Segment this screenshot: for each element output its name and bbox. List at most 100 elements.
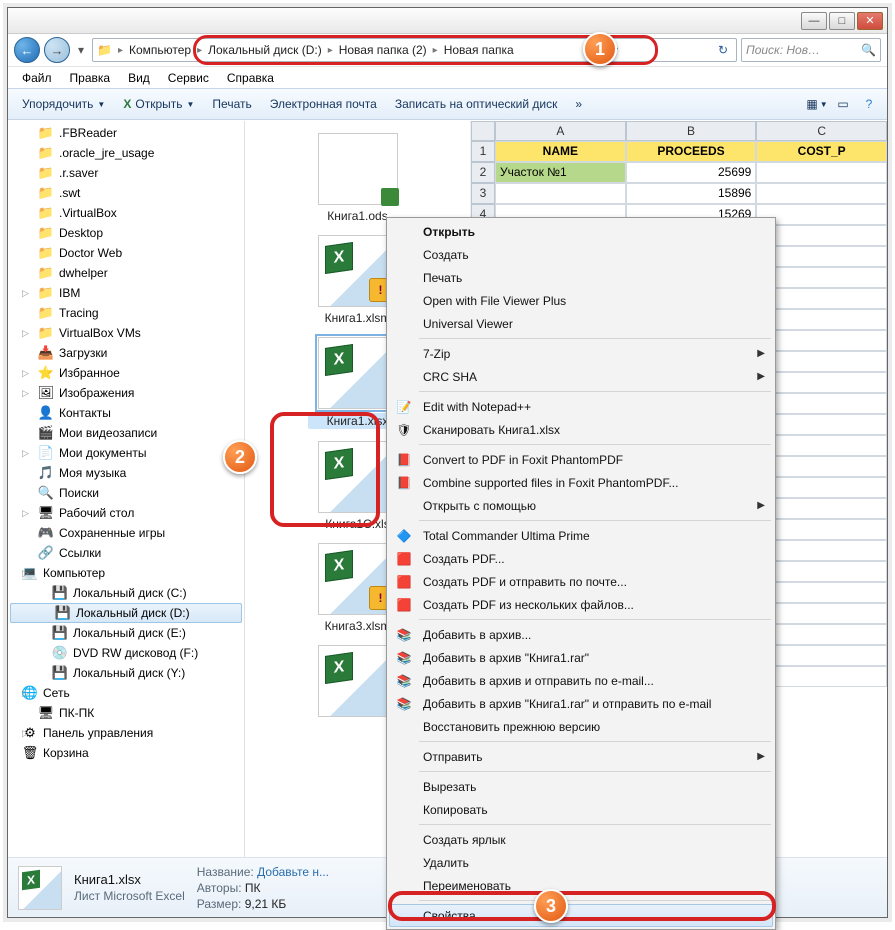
maximize-button[interactable]: □ [829,12,855,30]
tree-item[interactable]: 📁Desktop [8,223,244,243]
crumb-folder2[interactable]: Новая папка [440,39,518,61]
view-icon[interactable]: ▦▼ [805,93,829,115]
email-button[interactable]: Электронная почта [262,93,385,115]
context-menu[interactable]: ОткрытьСоздатьПечатьOpen with File Viewe… [386,217,776,930]
context-menu-item[interactable]: 📚Добавить в архив и отправить по e-mail.… [389,669,773,692]
context-menu-item[interactable]: 📕Convert to PDF in Foxit PhantomPDF [389,448,773,471]
context-menu-item[interactable]: 🟥Создать PDF из нескольких файлов... [389,593,773,616]
context-menu-item[interactable]: Отправить▶ [389,745,773,768]
organize-button[interactable]: Упорядочить▼ [14,93,113,115]
menu-bar: Файл Правка Вид Сервис Справка [8,66,887,88]
tree-item[interactable]: 🔍Поиски [8,483,244,503]
details-filename: Книга1.xlsx [74,872,185,887]
tree-item[interactable]: ▷🖼Изображения [8,383,244,403]
context-menu-item[interactable]: Открыть [389,220,773,243]
tree-item[interactable]: ▷💻Компьютер [8,563,244,583]
tree-item[interactable]: 📁.r.saver [8,163,244,183]
search-input[interactable]: Поиск: Нов… 🔍 [741,38,881,62]
menu-view[interactable]: Вид [120,69,158,87]
crumb-drive[interactable]: Локальный диск (D:) [204,39,326,61]
context-menu-item[interactable]: CRC SHA▶ [389,365,773,388]
context-menu-item[interactable]: Восстановить прежнюю версию [389,715,773,738]
annotation-badge-2: 2 [223,440,257,474]
menu-file[interactable]: Файл [14,69,60,87]
context-menu-item[interactable]: Открыть с помощью▶ [389,494,773,517]
print-button[interactable]: Печать [204,93,259,115]
context-menu-item[interactable]: Universal Viewer [389,312,773,335]
tree-item[interactable]: ▷🌐Сеть [8,683,244,703]
burn-button[interactable]: Записать на оптический диск [387,93,566,115]
context-menu-item[interactable]: 📚Добавить в архив... [389,623,773,646]
open-button[interactable]: XОткрыть▼ [115,93,202,115]
tree-item[interactable]: 📁Doctor Web [8,243,244,263]
minimize-button[interactable]: — [801,12,827,30]
tree-item[interactable]: 📥Загрузки [8,343,244,363]
help-icon[interactable]: ? [857,93,881,115]
titlebar: — □ ✕ [8,8,887,34]
tree-item[interactable]: 🎮Сохраненные игры [8,523,244,543]
tree-item[interactable]: 📁Tracing [8,303,244,323]
context-menu-item[interactable]: Печать [389,266,773,289]
search-placeholder: Поиск: Нов… [746,43,820,57]
refresh-button[interactable]: ↻ [712,43,734,57]
folder-tree[interactable]: 📁.FBReader📁.oracle_jre_usage📁.r.saver📁.s… [8,121,245,857]
tree-item[interactable]: 📁.oracle_jre_usage [8,143,244,163]
address-bar[interactable]: 📁 ▸ Компьютер▸ Локальный диск (D:)▸ Нова… [92,38,737,62]
tree-item[interactable]: 🎵Моя музыка [8,463,244,483]
tree-item[interactable]: 💾Локальный диск (D:) [10,603,242,623]
tree-item[interactable]: 💾Локальный диск (Y:) [8,663,244,683]
context-menu-item[interactable]: 📕Combine supported files in Foxit Phanto… [389,471,773,494]
tree-item[interactable]: 🗑Корзина [8,743,244,763]
context-menu-item[interactable]: 📚Добавить в архив "Книга1.rar" и отправи… [389,692,773,715]
context-menu-item[interactable]: Копировать [389,798,773,821]
context-menu-item[interactable]: Свойства [389,904,773,927]
tree-item[interactable]: ▷🖥Рабочий стол [8,503,244,523]
context-menu-item[interactable]: 📚Добавить в архив "Книга1.rar" [389,646,773,669]
tree-item[interactable]: ▷📁VirtualBox VMs [8,323,244,343]
tree-item[interactable]: 📁dwhelper [8,263,244,283]
context-menu-item[interactable]: Переименовать [389,874,773,897]
tree-item[interactable]: 💾Локальный диск (C:) [8,583,244,603]
context-menu-item[interactable]: 📝Edit with Notepad++ [389,395,773,418]
file-item[interactable]: Книга1.ods [308,133,408,223]
tree-item[interactable]: 📁.swt [8,183,244,203]
tree-item[interactable]: ▷⭐Избранное [8,363,244,383]
annotation-badge-3: 3 [534,889,568,923]
tree-item[interactable]: ▷⚙Панель управления [8,723,244,743]
forward-button[interactable]: → [44,37,70,63]
crumb-computer[interactable]: Компьютер [125,39,195,61]
tree-item[interactable]: 🔗Ссылки [8,543,244,563]
close-button[interactable]: ✕ [857,12,883,30]
toolbar: Упорядочить▼ XОткрыть▼ Печать Электронна… [8,88,887,120]
context-menu-item[interactable]: Удалить [389,851,773,874]
context-menu-item[interactable]: Вырезать [389,775,773,798]
tree-item[interactable]: 📁.FBReader [8,123,244,143]
tree-item[interactable]: 🖥ПК-ПК [8,703,244,723]
menu-edit[interactable]: Правка [62,69,119,87]
tree-item[interactable]: 💾Локальный диск (E:) [8,623,244,643]
context-menu-item[interactable]: 🟥Создать PDF... [389,547,773,570]
tree-item[interactable]: ▷📄Мои документы [8,443,244,463]
context-menu-item[interactable]: 7-Zip▶ [389,342,773,365]
menu-help[interactable]: Справка [219,69,282,87]
tree-item[interactable]: 💿DVD RW дисковод (F:) [8,643,244,663]
details-file-icon [18,866,62,910]
tree-item[interactable]: 👤Контакты [8,403,244,423]
context-menu-item[interactable]: 🟥Создать PDF и отправить по почте... [389,570,773,593]
back-button[interactable]: ← [14,37,40,63]
history-drop[interactable]: ▾ [74,39,88,61]
details-filetype: Лист Microsoft Excel [74,889,185,903]
context-menu-item[interactable]: 🔷Total Commander Ultima Prime [389,524,773,547]
context-menu-item[interactable]: Open with File Viewer Plus [389,289,773,312]
context-menu-item[interactable]: 🛡Сканировать Книга1.xlsx [389,418,773,441]
tree-item[interactable]: 📁.VirtualBox [8,203,244,223]
tree-item[interactable]: ▷📁IBM [8,283,244,303]
crumb-folder1[interactable]: Новая папка (2) [335,39,431,61]
annotation-badge-1: 1 [583,32,617,66]
context-menu-item[interactable]: Создать [389,243,773,266]
context-menu-item[interactable]: Создать ярлык [389,828,773,851]
menu-tools[interactable]: Сервис [160,69,217,87]
tree-item[interactable]: 🎬Мои видеозаписи [8,423,244,443]
more-button[interactable]: » [567,93,590,115]
preview-icon[interactable]: ▭ [831,93,855,115]
